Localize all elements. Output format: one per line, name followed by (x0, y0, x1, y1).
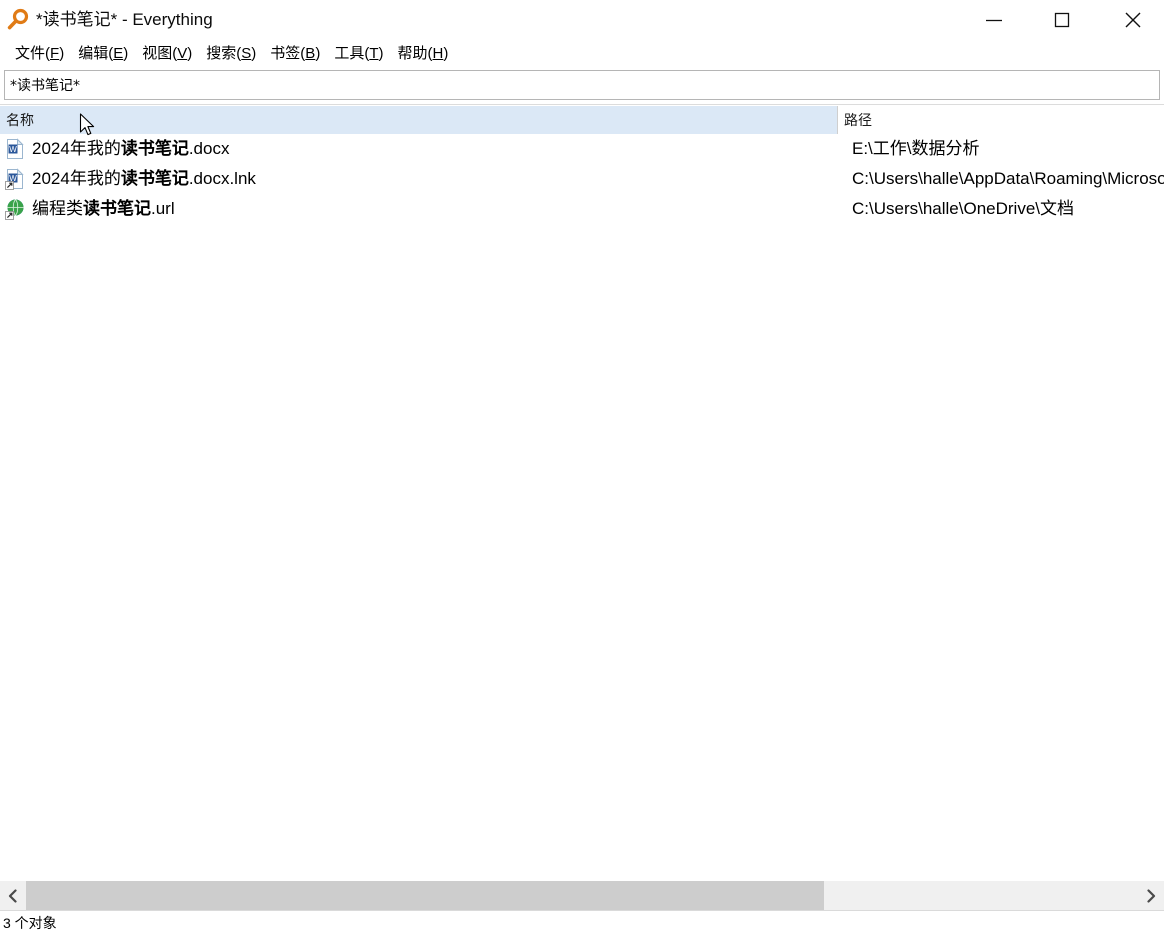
scroll-right-button[interactable] (1138, 881, 1164, 910)
result-name-cell[interactable]: W 2024年我的读书笔记.docx.lnk (0, 168, 838, 190)
internet-shortcut-icon (5, 199, 24, 220)
search-input[interactable] (4, 70, 1160, 100)
menu-accel-tools: T (369, 45, 379, 62)
word-document-icon: W (7, 138, 24, 159)
menu-accel-file: F (50, 45, 60, 62)
menu-accel-help: H (432, 45, 444, 62)
window-title: *读书笔记* - Everything (36, 10, 213, 29)
name-prefix: 编程类 (32, 199, 83, 218)
result-name-text: 编程类读书笔记.url (32, 198, 175, 220)
menu-item-tools[interactable]: 工具(T) (327, 43, 390, 65)
menu-label-help: 帮助 (397, 45, 428, 62)
menu-item-edit[interactable]: 编辑(E) (71, 43, 135, 65)
menu-item-file[interactable]: 文件(F) (8, 43, 71, 65)
everything-window: *读书笔记* - Everything 文件(F) 编辑(E) 视图(V) 搜索… (0, 0, 1164, 935)
menu-label-tools: 工具 (334, 45, 365, 62)
name-prefix: 2024年我的 (32, 169, 121, 188)
column-header-path[interactable]: 路径 (838, 105, 1164, 134)
scroll-track[interactable] (26, 881, 1138, 910)
title-bar: *读书笔记* - Everything (0, 0, 1164, 40)
menu-item-view[interactable]: 视图(V) (135, 43, 199, 65)
result-name-text: 2024年我的读书笔记.docx.lnk (32, 168, 256, 190)
menu-accel-search: S (241, 45, 252, 62)
column-header-name-label: 名称 (6, 111, 34, 128)
menu-item-bookmarks[interactable]: 书签(B) (263, 43, 327, 65)
menu-label-file: 文件 (15, 45, 46, 62)
name-suffix: .url (151, 199, 175, 218)
result-name-text: 2024年我的读书笔记.docx (32, 138, 229, 160)
name-match: 读书笔记 (120, 169, 189, 188)
menu-accel-edit: E (113, 45, 124, 62)
menu-accel-bookmarks: B (305, 45, 316, 62)
word-document-shortcut-icon: W (5, 168, 24, 190)
name-suffix: .docx (188, 139, 230, 158)
name-suffix: .docx.lnk (188, 169, 256, 188)
menu-label-search: 搜索 (206, 45, 237, 62)
chevron-left-icon (8, 888, 17, 903)
menu-item-help[interactable]: 帮助(H) (391, 43, 456, 65)
status-object-count: 3 个对象 (3, 915, 57, 931)
result-name-cell[interactable]: 编程类读书笔记.url (0, 198, 838, 220)
minimize-button[interactable] (971, 0, 1017, 40)
table-row[interactable]: W 2024年我的读书笔记.docx E:\工作\数据分析 (0, 134, 1164, 164)
maximize-icon (1054, 12, 1070, 28)
scroll-thumb[interactable] (26, 881, 824, 910)
table-row[interactable]: W 2024年我的读书笔记.docx.lnk C:\Users\halle\Ap… (0, 164, 1164, 194)
maximize-button[interactable] (1039, 0, 1085, 40)
search-bar (0, 68, 1164, 104)
close-icon (1125, 12, 1141, 28)
menu-bar: 文件(F) 编辑(E) 视图(V) 搜索(S) 书签(B) 工具(T) 帮助(H… (0, 40, 1164, 68)
table-row[interactable]: 编程类读书笔记.url C:\Users\halle\OneDrive\文档 (0, 194, 1164, 224)
result-path-cell: C:\Users\halle\OneDrive\文档 (852, 199, 1075, 218)
menu-label-edit: 编辑 (78, 45, 109, 62)
name-match: 读书笔记 (120, 139, 189, 158)
menu-accel-view: V (177, 45, 188, 62)
window-controls (971, 0, 1164, 40)
chevron-right-icon (1147, 888, 1156, 903)
column-header-path-label: 路径 (844, 111, 872, 128)
svg-text:W: W (9, 145, 17, 154)
result-name-cell[interactable]: W 2024年我的读书笔记.docx (0, 138, 838, 160)
results-list[interactable]: W 2024年我的读书笔记.docx E:\工作\数据分析 W 2024年我的读… (0, 134, 1164, 880)
magnifier-icon (7, 8, 29, 30)
horizontal-scrollbar[interactable] (0, 880, 1164, 910)
result-path-cell: C:\Users\halle\AppData\Roaming\Microsoft (852, 169, 1164, 188)
scroll-left-button[interactable] (0, 881, 26, 910)
column-header-row: 名称 路径 (0, 104, 1164, 134)
result-path-cell: E:\工作\数据分析 (852, 139, 980, 158)
name-prefix: 2024年我的 (32, 139, 121, 158)
close-button[interactable] (1110, 0, 1156, 40)
name-match: 读书笔记 (83, 199, 151, 218)
minimize-icon (986, 19, 1002, 22)
column-header-name[interactable]: 名称 (0, 105, 838, 134)
status-bar: 3 个对象 (0, 910, 1164, 935)
menu-item-search[interactable]: 搜索(S) (199, 43, 263, 65)
menu-label-bookmarks: 书签 (270, 45, 301, 62)
menu-label-view: 视图 (142, 45, 173, 62)
